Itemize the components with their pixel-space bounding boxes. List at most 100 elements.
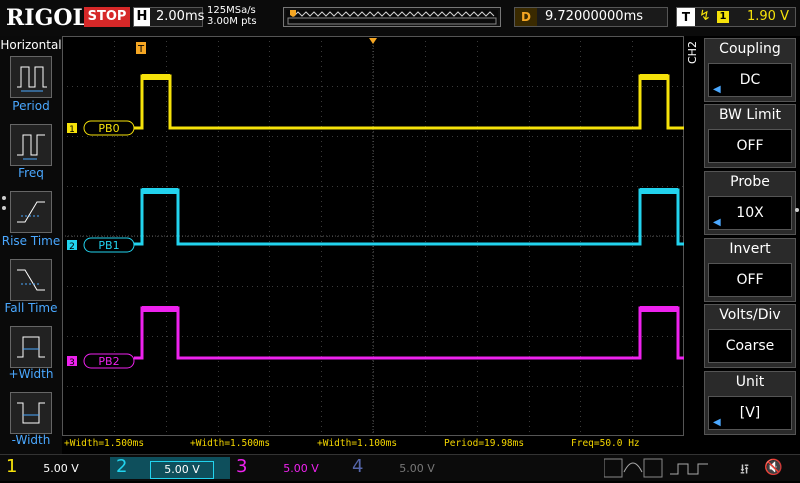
channel-3-waveform bbox=[134, 306, 684, 360]
channel-1-status[interactable]: 1 5.00 V bbox=[0, 456, 110, 479]
unit-value: ◀ [V] bbox=[708, 396, 792, 430]
delay-display[interactable]: D 9.72000000ms bbox=[514, 7, 668, 27]
menu-page-dot bbox=[795, 208, 799, 212]
measurement-item: +Width=1.500ms bbox=[190, 438, 271, 449]
probe-menu[interactable]: Probe ◀ 10X bbox=[704, 171, 796, 235]
measure-freq-label: Freq bbox=[18, 166, 44, 180]
channel-3-high-band bbox=[640, 306, 678, 312]
trigger-level: 1.90 V bbox=[747, 9, 789, 24]
measurement-item: Freq=50.0 Hz bbox=[571, 438, 640, 449]
volts-div-menu[interactable]: Volts/Div Coarse bbox=[704, 304, 796, 368]
speaker-mute-icon[interactable]: 🔇 bbox=[764, 458, 783, 476]
channel-4-scale: 5.00 V bbox=[399, 462, 435, 475]
fall-time-icon bbox=[17, 269, 45, 291]
page-indicator-dot bbox=[2, 196, 6, 200]
measure-positive-width-button[interactable] bbox=[10, 326, 52, 368]
unit-title: Unit bbox=[735, 374, 765, 390]
measure-rise-time-button[interactable] bbox=[10, 191, 52, 233]
measurement-item: Period=19.98ms bbox=[444, 438, 525, 449]
channel-2-scale: 5.00 V bbox=[150, 461, 214, 479]
channel-3-status[interactable]: 3 5.00 V bbox=[230, 456, 346, 479]
delay-key: D bbox=[515, 8, 537, 26]
volts-div-title: Volts/Div bbox=[719, 307, 781, 323]
channel-1-number: 1 bbox=[6, 456, 18, 477]
waveform-display[interactable]: 1 PB0 2 PB1 3 PB2 T bbox=[62, 36, 685, 437]
trigger-position-marker[interactable]: T bbox=[136, 42, 146, 55]
channel-1-high-band bbox=[640, 74, 668, 80]
active-channel-tag: CH2 bbox=[686, 41, 699, 64]
channel-status-bar: 1 5.00 V 2 5.00 V 3 5.00 V 4 5.00 V ⭿ 🔇 bbox=[0, 454, 800, 481]
svg-text:1: 1 bbox=[69, 125, 75, 135]
measure-negative-width-label: -Width bbox=[11, 433, 51, 447]
svg-text:T: T bbox=[137, 44, 145, 55]
channel-3-number: 3 bbox=[236, 456, 248, 477]
run-stop-status[interactable]: STOP bbox=[84, 7, 130, 27]
invert-value: OFF bbox=[708, 263, 792, 297]
invert-menu[interactable]: Invert OFF bbox=[704, 238, 796, 302]
memory-overview-bar[interactable] bbox=[283, 7, 501, 27]
delay-value: 9.72000000ms bbox=[545, 9, 644, 24]
left-measure-panel: Horizontal Period Freq Rise Time Fall Ti… bbox=[0, 36, 62, 454]
frequency-icon bbox=[17, 134, 45, 160]
acquisition-info: 125MSa/s 3.00M pts bbox=[207, 5, 257, 27]
coupling-menu[interactable]: Coupling ◀ DC bbox=[704, 38, 796, 102]
measure-rise-time-label: Rise Time bbox=[1, 234, 61, 248]
channel-3-label-marker[interactable]: 3 PB2 bbox=[67, 353, 135, 369]
waveform-grid: 1 PB0 2 PB1 3 PB2 T bbox=[62, 36, 685, 437]
trigger-display[interactable]: T ↯ 1 1.90 V bbox=[676, 7, 796, 27]
channel-3-high-band bbox=[142, 306, 178, 312]
usb-icon: ⭿ bbox=[740, 462, 750, 478]
invert-title: Invert bbox=[729, 241, 771, 257]
chevron-left-icon: ◀ bbox=[713, 217, 721, 228]
top-status-bar: RIGOL STOP H 2.00ms 125MSa/s 3.00M pts D… bbox=[0, 0, 800, 36]
coupling-value: ◀ DC bbox=[708, 63, 792, 97]
math-icon[interactable] bbox=[603, 458, 664, 482]
channel-2-label-marker[interactable]: 2 PB1 bbox=[67, 237, 135, 253]
timebase-key: H bbox=[134, 8, 150, 26]
svg-text:PB2: PB2 bbox=[98, 355, 119, 368]
bw-limit-menu[interactable]: BW Limit OFF bbox=[704, 104, 796, 168]
probe-title: Probe bbox=[730, 174, 770, 190]
svg-text:3: 3 bbox=[69, 358, 75, 368]
negative-width-icon bbox=[17, 402, 45, 424]
channel-4-status[interactable]: 4 5.00 V bbox=[346, 456, 462, 479]
measurement-bar: +Width=1.500ms +Width=1.500ms +Width=1.1… bbox=[62, 436, 684, 454]
bw-limit-value: OFF bbox=[708, 129, 792, 163]
brand-logo: RIGOL bbox=[6, 5, 88, 31]
measurement-item: +Width=1.500ms bbox=[64, 438, 145, 449]
memory-depth: 3.00M pts bbox=[207, 16, 257, 27]
channel-1-scale: 5.00 V bbox=[43, 462, 79, 475]
svg-text:2: 2 bbox=[69, 242, 75, 252]
positive-width-icon bbox=[17, 336, 45, 358]
channel-1-label-marker[interactable]: 1 PB0 bbox=[67, 120, 135, 136]
measure-fall-time-button[interactable] bbox=[10, 259, 52, 301]
measure-period-button[interactable] bbox=[10, 56, 52, 98]
chevron-left-icon: ◀ bbox=[713, 417, 721, 428]
channel-2-high-band bbox=[640, 188, 678, 194]
coupling-title: Coupling bbox=[719, 41, 781, 57]
probe-value: ◀ 10X bbox=[708, 196, 792, 230]
channel-2-status[interactable]: 2 5.00 V bbox=[110, 456, 230, 479]
measure-fall-time-label: Fall Time bbox=[4, 301, 58, 315]
measure-period-label: Period bbox=[12, 99, 50, 113]
channel-2-high-band bbox=[142, 188, 178, 194]
ref-waveform-icon[interactable] bbox=[668, 458, 710, 482]
svg-text:PB0: PB0 bbox=[98, 122, 119, 135]
period-icon bbox=[17, 66, 47, 92]
unit-menu[interactable]: Unit ◀ [V] bbox=[704, 371, 796, 435]
timebase-display[interactable]: H 2.00ms bbox=[133, 7, 205, 27]
memory-overview-waveform-icon bbox=[286, 10, 498, 25]
channel-2-number: 2 bbox=[116, 456, 128, 477]
trigger-source: 1 bbox=[717, 11, 729, 23]
sample-rate: 125MSa/s bbox=[207, 5, 256, 16]
page-indicator-dot bbox=[2, 206, 6, 210]
timebase-value: 2.00ms bbox=[156, 9, 205, 24]
measure-negative-width-button[interactable] bbox=[10, 392, 52, 434]
volts-div-value: Coarse bbox=[708, 329, 792, 363]
trigger-key: T bbox=[677, 8, 695, 26]
channel-1-high-band bbox=[142, 74, 170, 80]
measure-freq-button[interactable] bbox=[10, 124, 52, 166]
channel-1-waveform bbox=[134, 74, 684, 130]
measurement-item: +Width=1.100ms bbox=[317, 438, 398, 449]
bw-limit-title: BW Limit bbox=[718, 107, 782, 123]
